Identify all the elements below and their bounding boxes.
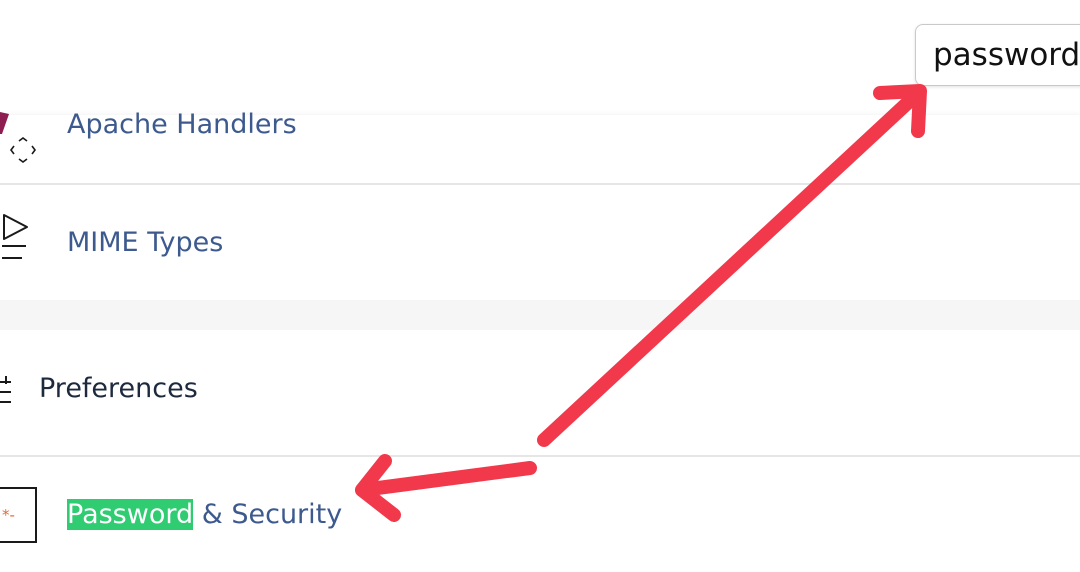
search-box[interactable] — [915, 24, 1080, 86]
menu-item-apache-handlers[interactable]: Apache Handlers — [67, 109, 297, 140]
svg-text:*-: *- — [2, 506, 15, 524]
horizontal-arrow-shaft — [355, 461, 537, 497]
section-gap — [0, 300, 1080, 330]
preferences-icon — [0, 376, 11, 403]
row-divider — [0, 183, 1080, 185]
preferences-heading: Preferences — [39, 373, 198, 404]
apache-handlers-icon — [10, 137, 36, 163]
menu-item-password-security[interactable]: Password & Security — [67, 499, 342, 530]
password-security-icon: *- — [0, 487, 37, 543]
row-divider — [0, 455, 1080, 457]
search-highlight: Password — [67, 499, 194, 530]
search-input[interactable] — [916, 25, 1080, 85]
password-security-label-rest: & Security — [193, 499, 343, 530]
logo-fragment-icon — [0, 112, 9, 134]
menu-item-mime-types[interactable]: MIME Types — [67, 227, 223, 258]
advanced-list-card — [0, 115, 1080, 300]
mime-types-icon — [2, 214, 28, 259]
arrow-head-left-icon — [355, 454, 401, 522]
